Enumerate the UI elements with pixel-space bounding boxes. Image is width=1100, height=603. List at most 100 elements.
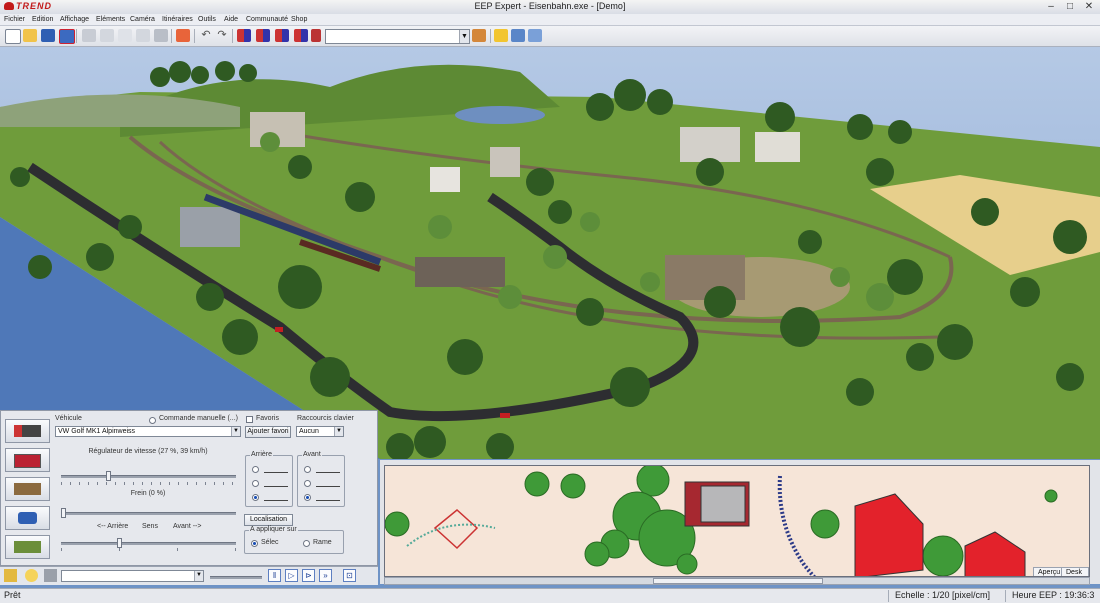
capture-icon[interactable] <box>176 29 190 42</box>
coupling-front-radio-2[interactable] <box>304 480 311 487</box>
car <box>275 327 283 332</box>
apply-to-label: A appliquer sur <box>249 526 298 533</box>
vehicle-tab-track[interactable] <box>5 477 50 501</box>
brake-slider-thumb[interactable] <box>61 508 66 518</box>
coupling-icon <box>316 480 340 487</box>
signal-icon[interactable] <box>311 29 321 42</box>
bottom-slider[interactable] <box>210 576 262 579</box>
close-button[interactable]: ✕ <box>1080 1 1098 12</box>
plan-drawing <box>385 466 1058 576</box>
paste-icon[interactable] <box>118 29 132 42</box>
direction-back-label: <-- Arrière <box>97 523 129 530</box>
coupling-front-radio-1[interactable] <box>304 466 311 473</box>
menu-routes[interactable]: Itinéraires <box>162 14 193 25</box>
cut-icon[interactable] <box>82 29 96 42</box>
menu-camera[interactable]: Caméra <box>130 14 155 25</box>
plan-crossing <box>433 509 479 550</box>
vehicle-tab-landscape[interactable] <box>5 535 50 559</box>
add-favorite-button[interactable]: Ajouter favori <box>245 426 291 438</box>
pause-button[interactable]: ‖ <box>268 569 281 582</box>
undo-icon[interactable]: ↶ <box>199 29 213 42</box>
bottom-combo[interactable]: ▼ <box>61 570 204 582</box>
menu-community[interactable]: Communauté <box>246 14 288 25</box>
apply-selected-radio[interactable] <box>251 540 258 547</box>
vehicle-tab-railcar[interactable] <box>5 448 50 472</box>
toolbar-separator <box>76 29 77 43</box>
locate-vehicle-button[interactable]: Localisation Véh. <box>244 514 293 533</box>
status-time: Heure EEP : 19:36:3 <box>1012 590 1095 600</box>
coupling-back-radio-3[interactable] <box>252 494 259 501</box>
vehicle-tab-camera[interactable] <box>5 506 50 530</box>
manual-control-radio[interactable] <box>149 417 156 424</box>
coupling-icon <box>316 466 340 473</box>
step-button[interactable]: ⊳ <box>302 569 315 582</box>
delete-icon[interactable] <box>136 29 150 42</box>
plan-building <box>964 531 1026 576</box>
toolbar-separator <box>194 29 195 43</box>
coupling-back-radio-2[interactable] <box>252 480 259 487</box>
plan-horizontal-scrollbar[interactable] <box>384 577 1090 585</box>
train-icon[interactable] <box>237 29 251 42</box>
plan-roof <box>700 485 746 523</box>
camera-list-icon[interactable] <box>472 29 486 42</box>
toolbar-separator <box>171 29 172 43</box>
direction-slider-thumb[interactable] <box>117 538 122 548</box>
status-scale: Echelle : 1/20 [pixel/cm] <box>895 590 991 600</box>
plan-scroll-thumb[interactable] <box>653 578 823 584</box>
vehicle-tab-train[interactable] <box>5 419 50 443</box>
house <box>490 147 520 177</box>
tab-desk-1[interactable]: Desk #1 <box>1061 567 1089 576</box>
run-icon[interactable] <box>494 29 508 42</box>
menu-view[interactable]: Affichage <box>60 14 89 25</box>
menu-tools[interactable]: Outils <box>198 14 216 25</box>
status-ready: Prêt <box>4 590 21 600</box>
coupling-front-radio-3[interactable] <box>304 494 311 501</box>
coupling-back-radio-1[interactable] <box>252 466 259 473</box>
coupling-icon <box>264 466 288 473</box>
lake <box>455 106 545 124</box>
status-bar: Prêt Echelle : 1/20 [pixel/cm] Heure EEP… <box>0 588 1100 603</box>
new-icon[interactable] <box>5 29 21 44</box>
fast-forward-button[interactable]: » <box>319 569 332 582</box>
screen-button[interactable]: ⊡ <box>343 569 356 582</box>
redo-icon[interactable]: ↷ <box>215 29 229 42</box>
3d-view[interactable] <box>0 47 1100 459</box>
apply-train-radio[interactable] <box>303 540 310 547</box>
coupling-icon <box>264 480 288 487</box>
plan-canvas[interactable]: Aperçu Desk #1 <box>384 465 1090 577</box>
save-as-icon[interactable] <box>59 29 75 44</box>
play-button[interactable]: ▷ <box>285 569 298 582</box>
favorites-checkbox[interactable] <box>246 416 253 423</box>
menu-bar: Fichier Edition Affichage Eléments Camér… <box>0 14 1100 26</box>
title-bar: TREND EEP Expert - Eisenbahn.exe - [Demo… <box>0 0 1100 15</box>
copy-icon[interactable] <box>100 29 114 42</box>
open-icon[interactable] <box>23 29 37 42</box>
menu-file[interactable]: Fichier <box>4 14 25 25</box>
apply-train-label: Rame <box>313 539 332 546</box>
info-icon[interactable] <box>528 29 542 42</box>
pencil-icon[interactable] <box>4 569 17 582</box>
tools-icon[interactable] <box>44 569 57 582</box>
toolbar-separator <box>232 29 233 43</box>
menu-edit[interactable]: Edition <box>32 14 53 25</box>
menu-shop[interactable]: Shop <box>291 14 307 25</box>
speed-slider-thumb[interactable] <box>106 471 112 481</box>
train-icon[interactable] <box>256 29 270 42</box>
toolbar-camera-combo[interactable]: ▼ <box>325 29 470 44</box>
menu-elements[interactable]: Eléments <box>96 14 125 25</box>
vehicle-select[interactable]: VW Golf MK1 Alpinweiss ▼ <box>55 426 241 437</box>
map-icon[interactable] <box>511 29 525 42</box>
minimize-button[interactable]: – <box>1042 1 1060 12</box>
print-icon[interactable] <box>154 29 168 42</box>
bulb-icon[interactable] <box>25 569 38 582</box>
coupling-icon <box>316 494 340 501</box>
speed-label: Régulateur de vitesse (27 %, 39 km/h) <box>88 448 208 455</box>
shortcut-select[interactable]: Aucun ▼ <box>296 426 344 437</box>
apply-selected-label: Sélec <box>261 539 279 546</box>
train-icon[interactable] <box>294 29 308 42</box>
train-icon[interactable] <box>275 29 289 42</box>
favorites-label: Favoris <box>256 415 279 422</box>
menu-help[interactable]: Aide <box>224 14 238 25</box>
save-icon[interactable] <box>41 29 55 42</box>
maximize-button[interactable]: □ <box>1061 1 1079 12</box>
